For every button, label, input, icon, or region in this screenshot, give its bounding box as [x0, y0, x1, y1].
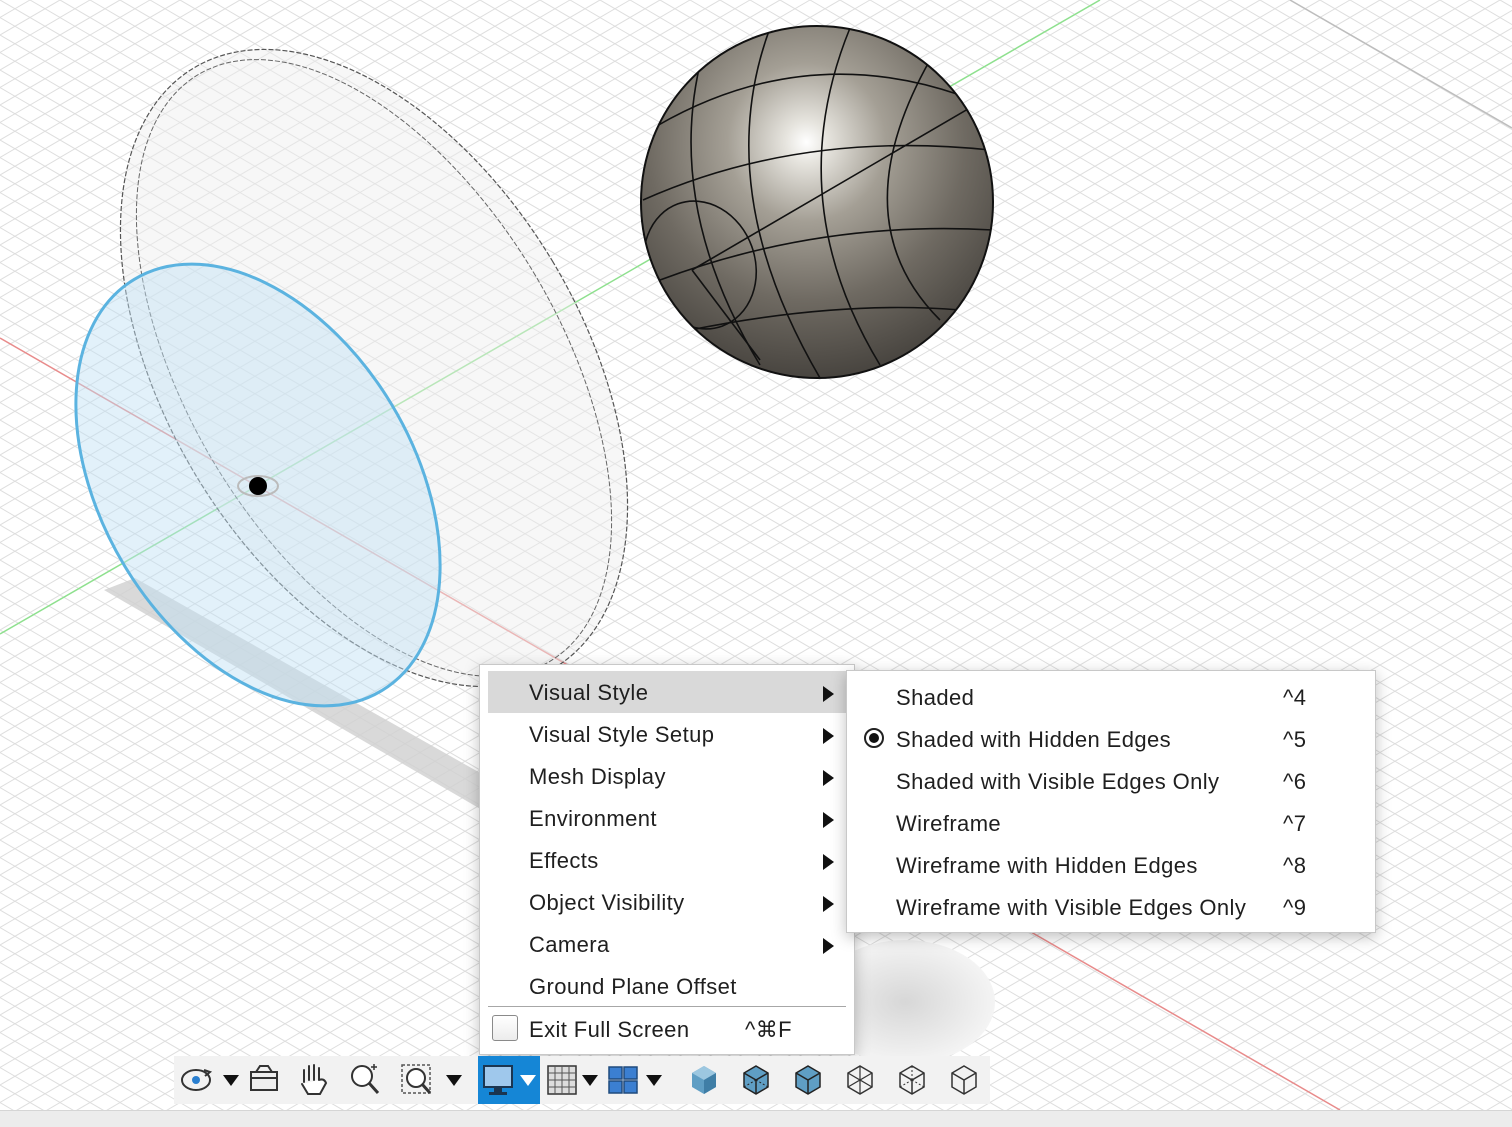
menu-item-visual-style[interactable]: Visual Style: [488, 671, 846, 713]
grid-snaps-icon: [547, 1065, 577, 1095]
submenu-arrow-icon: [823, 770, 834, 786]
submenu-item-shortcut: ^4: [1283, 685, 1307, 710]
viewports-icon: [608, 1066, 638, 1094]
shaded-style-button[interactable]: [682, 1056, 726, 1104]
submenu-item-shaded-visible-edges[interactable]: Shaded with Visible Edges Only ^6: [847, 755, 1375, 797]
display-settings-icon: [483, 1065, 513, 1095]
grid-snaps-button[interactable]: [544, 1056, 604, 1104]
wireframe-style-button[interactable]: [838, 1056, 882, 1104]
menu-item-label: Effects: [529, 848, 599, 873]
menu-item-mesh-display[interactable]: Mesh Display: [488, 755, 846, 797]
shaded-cube-icon: [692, 1066, 716, 1094]
submenu-item-shortcut: ^9: [1283, 895, 1307, 920]
viewports-button[interactable]: [606, 1056, 668, 1104]
zoom-icon: [351, 1064, 380, 1095]
zoom-button[interactable]: [344, 1056, 388, 1104]
shaded-hidden-edges-style-button[interactable]: [734, 1056, 778, 1104]
dropdown-arrow-icon[interactable]: [646, 1075, 662, 1086]
menu-item-label: Exit Full Screen: [529, 1017, 690, 1042]
navigation-toolbar: [174, 1056, 990, 1104]
submenu-item-shaded[interactable]: Shaded ^4: [847, 671, 1375, 713]
submenu-item-label: Wireframe with Visible Edges Only: [896, 895, 1247, 920]
menu-item-label: Ground Plane Offset: [529, 974, 737, 999]
submenu-arrow-icon: [823, 812, 834, 828]
shaded-hidden-edges-cube-icon: [743, 1065, 769, 1095]
wireframe-visible-edges-cube-icon: [951, 1065, 977, 1095]
submenu-item-shaded-hidden-edges[interactable]: Shaded with Hidden Edges ^5: [847, 713, 1375, 755]
wireframe-hidden-edges-style-button[interactable]: [890, 1056, 934, 1104]
pan-hand-icon: [301, 1064, 328, 1095]
submenu-arrow-icon: [823, 686, 834, 702]
menu-item-label: Mesh Display: [529, 764, 666, 789]
display-settings-menu: Visual Style Visual Style Setup Mesh Dis…: [479, 664, 855, 1055]
menu-separator: [488, 1006, 846, 1007]
dropdown-arrow-icon[interactable]: [446, 1075, 462, 1086]
dropdown-arrow-icon[interactable]: [223, 1075, 239, 1086]
submenu-arrow-icon: [823, 896, 834, 912]
menu-item-label: Object Visibility: [529, 890, 685, 915]
menu-item-environment[interactable]: Environment: [488, 797, 846, 839]
submenu-item-wireframe-visible-edges[interactable]: Wireframe with Visible Edges Only ^9: [847, 881, 1375, 923]
menu-item-exit-full-screen[interactable]: Exit Full Screen ^⌘F: [488, 1008, 846, 1050]
status-bar: [0, 1110, 1512, 1127]
submenu-item-label: Shaded: [896, 685, 975, 710]
menu-item-label: Camera: [529, 932, 610, 957]
submenu-arrow-icon: [823, 728, 834, 744]
wireframe-visible-edges-style-button[interactable]: [942, 1056, 986, 1104]
fit-button[interactable]: [396, 1056, 468, 1104]
submenu-item-label: Wireframe with Hidden Edges: [896, 853, 1198, 878]
submenu-arrow-icon: [823, 938, 834, 954]
look-at-button[interactable]: [246, 1056, 290, 1104]
menu-item-label: Visual Style: [529, 680, 649, 705]
shaded-visible-edges-cube-icon: [795, 1065, 821, 1095]
menu-item-object-visibility[interactable]: Object Visibility: [488, 881, 846, 923]
checkbox-icon[interactable]: [492, 1015, 518, 1041]
wireframe-hidden-edges-cube-icon: [899, 1065, 925, 1095]
look-at-icon: [250, 1065, 278, 1091]
menu-item-camera[interactable]: Camera: [488, 923, 846, 965]
submenu-item-wireframe-hidden-edges[interactable]: Wireframe with Hidden Edges ^8: [847, 839, 1375, 881]
menu-item-ground-plane-offset[interactable]: Ground Plane Offset: [488, 965, 846, 1007]
display-settings-button[interactable]: [478, 1056, 540, 1104]
dropdown-arrow-icon[interactable]: [520, 1075, 536, 1086]
visual-style-submenu: Shaded ^4 Shaded with Hidden Edges ^5 Sh…: [846, 670, 1376, 933]
menu-item-label: Environment: [529, 806, 657, 831]
submenu-item-shortcut: ^7: [1283, 811, 1307, 836]
radio-selected-icon: [864, 728, 884, 748]
menu-item-effects[interactable]: Effects: [488, 839, 846, 881]
pan-button[interactable]: [294, 1056, 338, 1104]
menu-item-label: Visual Style Setup: [529, 722, 715, 747]
submenu-item-wireframe[interactable]: Wireframe ^7: [847, 797, 1375, 839]
menu-item-visual-style-setup[interactable]: Visual Style Setup: [488, 713, 846, 755]
submenu-item-shortcut: ^8: [1283, 853, 1307, 878]
orbit-button[interactable]: [174, 1056, 246, 1104]
submenu-item-label: Shaded with Visible Edges Only: [896, 769, 1220, 794]
submenu-arrow-icon: [823, 854, 834, 870]
menu-item-shortcut: ^⌘F: [745, 1017, 792, 1042]
orbit-icon: [181, 1069, 213, 1091]
dropdown-arrow-icon[interactable]: [582, 1075, 598, 1086]
submenu-item-label: Shaded with Hidden Edges: [896, 727, 1172, 752]
submenu-item-shortcut: ^6: [1283, 769, 1307, 794]
submenu-item-label: Wireframe: [896, 811, 1002, 836]
shaded-visible-edges-style-button[interactable]: [786, 1056, 830, 1104]
fit-window-icon: [401, 1064, 432, 1094]
wireframe-cube-icon: [847, 1065, 873, 1095]
submenu-item-shortcut: ^5: [1283, 727, 1307, 752]
